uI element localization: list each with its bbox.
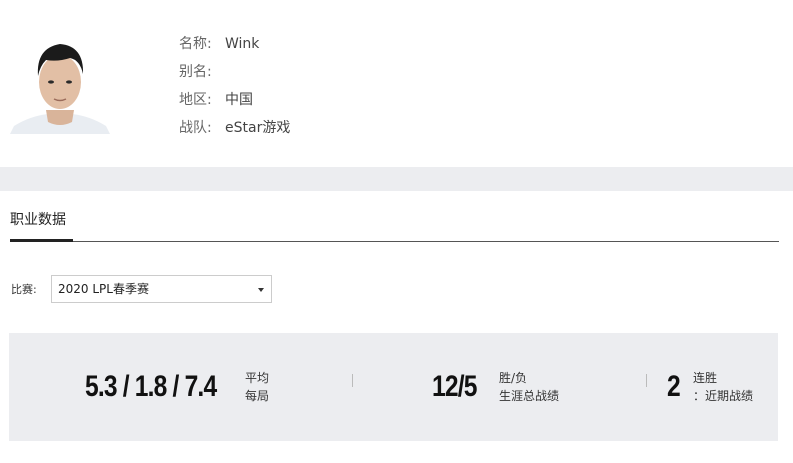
streak-value: 2 [667,370,681,403]
record-stat: 12/5 胜/负 生涯总战绩 [432,333,559,441]
streak-stat: 2 连胜 ：近期战绩 [667,333,753,441]
kda-caption-line1: 平均 [245,371,270,385]
record-caption: 胜/负 生涯总战绩 [499,369,559,405]
streak-caption-line1: 连胜 [693,371,718,385]
player-photo-icon [10,30,110,134]
alias-label: 别名: [179,64,212,80]
name-label: 名称: [179,36,212,52]
region-row: 地区: 中国 [179,86,290,114]
kda-stat: 5.3 / 1.8 / 7.4 平均 每局 [85,333,269,441]
record-caption-line2: 生涯总战绩 [499,389,560,403]
player-avatar [10,30,110,134]
record-value: 12/5 [432,370,477,403]
stat-divider [352,374,353,387]
player-profile: 名称: Wink 别名: 地区: 中国 战队: eStar游戏 [0,0,793,167]
kda-caption-line2: 每局 [245,389,270,403]
kda-value: 5.3 / 1.8 / 7.4 [85,370,217,403]
section-separator [0,167,793,191]
match-select[interactable]: 2020 LPL春季赛 [51,275,272,303]
stats-panel: 5.3 / 1.8 / 7.4 平均 每局 12/5 胜/负 生涯总战绩 2 连… [9,333,778,441]
match-filter: 比赛: 2020 LPL春季赛 [11,275,272,303]
kda-caption: 平均 每局 [245,369,269,405]
name-row: 名称: Wink [179,30,290,58]
team-value: eStar游戏 [225,120,291,136]
career-tabs: 职业数据 [10,205,779,242]
tab-career-data[interactable]: 职业数据 [10,205,73,242]
chevron-down-icon [258,288,264,292]
team-label: 战队: [179,120,212,136]
stat-divider [646,374,647,387]
match-filter-label: 比赛: [11,283,37,296]
match-select-value: 2020 LPL春季赛 [58,282,149,296]
record-caption-line1: 胜/负 [499,371,528,385]
streak-caption: 连胜 ：近期战绩 [693,369,753,405]
region-value: 中国 [225,92,253,108]
name-value: Wink [225,36,260,52]
alias-row: 别名: [179,58,290,86]
player-info: 名称: Wink 别名: 地区: 中国 战队: eStar游戏 [179,30,290,142]
team-row: 战队: eStar游戏 [179,114,290,142]
region-label: 地区: [179,92,212,108]
streak-caption-line2: ：近期战绩 [693,389,754,403]
